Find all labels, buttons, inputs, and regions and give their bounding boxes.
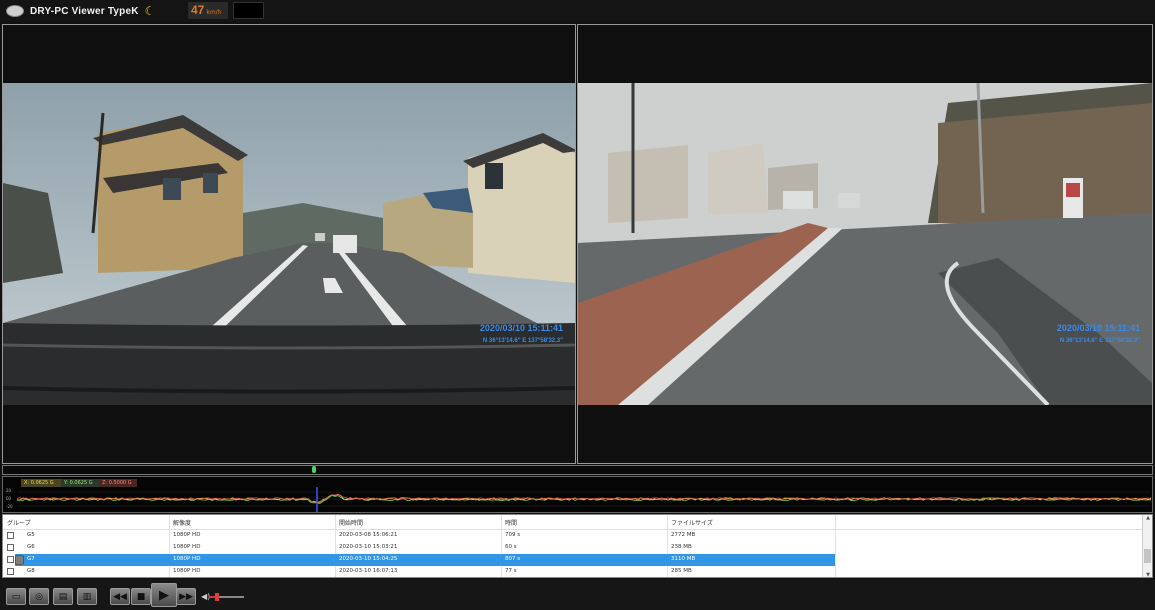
table-header: グループ 解像度 開始時間 時間 ファイルサイズ bbox=[3, 515, 1143, 530]
vertical-scrollbar[interactable]: ▲ ▼ bbox=[1142, 515, 1152, 577]
play-icon: ▶ bbox=[159, 587, 169, 603]
cell-start-time: 2020-03-10 15:04:25 bbox=[339, 556, 398, 562]
cell-group: G5 bbox=[27, 532, 35, 538]
g-sensor-x-label: X: 0.0625 G bbox=[21, 479, 61, 487]
column-header-file-size[interactable]: ファイルサイズ bbox=[671, 518, 713, 527]
cell-file-size: 285 MB bbox=[671, 568, 692, 574]
rear-gps: N 36°13'14.6" E 137°58'32.3" bbox=[1059, 338, 1140, 344]
g-scale-bottom: -20 bbox=[6, 504, 13, 509]
save-button[interactable]: ▤ bbox=[53, 588, 73, 605]
file-list-table[interactable]: グループ 解像度 開始時間 時間 ファイルサイズ G5 1080P HD 202… bbox=[2, 514, 1153, 578]
scroll-down-icon[interactable]: ▼ bbox=[1144, 572, 1152, 577]
rear-camera-frame: 2020/03/10 15:11:41 N 36°13'14.6" E 137°… bbox=[578, 83, 1152, 405]
volume-icon[interactable]: ◀) bbox=[201, 592, 210, 601]
speed-badge: 47 km/h bbox=[188, 2, 228, 19]
lock-icon bbox=[15, 555, 24, 565]
app-title: DRY-PC Viewer TypeK bbox=[30, 5, 139, 17]
cell-group: G7 bbox=[27, 556, 35, 562]
cell-start-time: 2020-03-10 16:07:13 bbox=[339, 568, 398, 574]
volume-knob[interactable] bbox=[215, 593, 219, 601]
cell-file-size: 3110 MB bbox=[671, 556, 696, 562]
rear-camera-view[interactable]: 2020/03/10 15:11:41 N 36°13'14.6" E 137°… bbox=[577, 24, 1153, 464]
play-button[interactable]: ▶ bbox=[151, 583, 177, 607]
cell-group: G8 bbox=[27, 568, 35, 574]
title-bar: DRY-PC Viewer TypeK ☾ 47 km/h bbox=[0, 0, 1155, 22]
folder-icon: ▭ bbox=[11, 591, 21, 602]
cell-file-size: 2772 MB bbox=[671, 532, 696, 538]
cell-resolution: 1080P HD bbox=[173, 568, 201, 574]
front-gps: N 36°13'14.6" E 137°58'32.3" bbox=[482, 338, 563, 344]
cell-start-time: 2020-03-08 15:06:21 bbox=[339, 532, 398, 538]
cell-resolution: 1080P HD bbox=[173, 532, 201, 538]
table-row[interactable]: G6 1080P HD 2020-03-10 15:03:21 60 s 238… bbox=[3, 542, 1143, 554]
cell-duration: 60 s bbox=[505, 544, 517, 550]
row-checkbox[interactable] bbox=[7, 544, 14, 551]
rear-timestamp: 2020/03/10 15:11:41 bbox=[1056, 323, 1140, 333]
g-sensor-z-series bbox=[17, 493, 1151, 503]
cell-resolution: 1080P HD bbox=[173, 556, 201, 562]
stop-button[interactable]: ■ bbox=[131, 588, 151, 605]
cell-duration: 709 s bbox=[505, 532, 521, 538]
g-sensor-z-label: Z: 0.5000 G bbox=[99, 479, 137, 487]
g-scale-mid: 00 bbox=[6, 496, 12, 501]
column-header-resolution[interactable]: 解像度 bbox=[173, 518, 191, 527]
timeline-position-knob[interactable] bbox=[312, 466, 316, 473]
selection-highlight bbox=[15, 554, 835, 566]
column-header-start-time[interactable]: 開始時間 bbox=[339, 518, 363, 527]
table-row-selected[interactable]: G7 1080P HD 2020-03-10 15:04:25 807 s 31… bbox=[3, 554, 1143, 566]
camera-icon: ◎ bbox=[35, 591, 43, 602]
open-folder-button[interactable]: ▭ bbox=[6, 588, 26, 605]
playback-timeline[interactable] bbox=[2, 465, 1153, 475]
table-row[interactable]: G5 1080P HD 2020-03-08 15:06:21 709 s 27… bbox=[3, 530, 1143, 542]
column-header-duration[interactable]: 時間 bbox=[505, 518, 517, 527]
cell-start-time: 2020-03-10 15:03:21 bbox=[339, 544, 398, 550]
speed-unit: km/h bbox=[206, 9, 222, 16]
save-icon: ▤ bbox=[58, 591, 68, 602]
scrollbar-thumb[interactable] bbox=[1144, 549, 1151, 563]
delete-button[interactable]: ▥ bbox=[77, 588, 97, 605]
g-sensor-graph: X: 0.0625 G Y: 0.0625 G Z: 0.5000 G 20 0… bbox=[2, 476, 1153, 513]
front-camera-view[interactable]: 2020/03/10 15:11:41 N 36°13'14.6" E 137°… bbox=[2, 24, 576, 464]
cell-duration: 807 s bbox=[505, 556, 521, 562]
fast-forward-button[interactable]: ▶▶ bbox=[176, 588, 196, 605]
column-header-group[interactable]: グループ bbox=[7, 518, 31, 527]
volume-slider[interactable] bbox=[210, 593, 244, 601]
map-placeholder bbox=[233, 2, 264, 19]
row-checkbox[interactable] bbox=[7, 532, 14, 539]
rewind-icon: ◀◀ bbox=[113, 591, 127, 602]
speed-value: 47 bbox=[191, 3, 205, 17]
cell-resolution: 1080P HD bbox=[173, 544, 201, 550]
fast-forward-icon: ▶▶ bbox=[179, 591, 193, 602]
row-checkbox[interactable] bbox=[7, 556, 14, 563]
cell-duration: 77 s bbox=[505, 568, 517, 574]
cell-file-size: 238 MB bbox=[671, 544, 692, 550]
g-sensor-plot bbox=[17, 487, 1151, 512]
trash-icon: ▥ bbox=[82, 591, 92, 602]
table-row[interactable]: G8 1080P HD 2020-03-10 16:07:13 77 s 285… bbox=[3, 566, 1143, 577]
row-checkbox[interactable] bbox=[7, 568, 14, 575]
playback-toolbar: ▭ ◎ ▤ ▥ ◀◀ ■ ▶ ▶▶ ◀) bbox=[0, 579, 1155, 610]
stop-icon: ■ bbox=[136, 591, 146, 602]
night-mode-icon[interactable]: ☾ bbox=[145, 4, 156, 18]
g-scale-top: 20 bbox=[6, 488, 12, 493]
app-window: DRY-PC Viewer TypeK ☾ 47 km/h 2020/03/10… bbox=[0, 0, 1155, 610]
front-camera-frame: 2020/03/10 15:11:41 N 36°13'14.6" E 137°… bbox=[3, 83, 575, 405]
app-logo-icon bbox=[6, 5, 24, 17]
snapshot-button[interactable]: ◎ bbox=[29, 588, 49, 605]
front-timestamp: 2020/03/10 15:11:41 bbox=[479, 323, 563, 333]
g-sensor-y-label: Y: 0.0625 G bbox=[61, 479, 99, 487]
scroll-up-icon[interactable]: ▲ bbox=[1144, 515, 1152, 522]
cell-group: G6 bbox=[27, 544, 35, 550]
rewind-button[interactable]: ◀◀ bbox=[110, 588, 130, 605]
